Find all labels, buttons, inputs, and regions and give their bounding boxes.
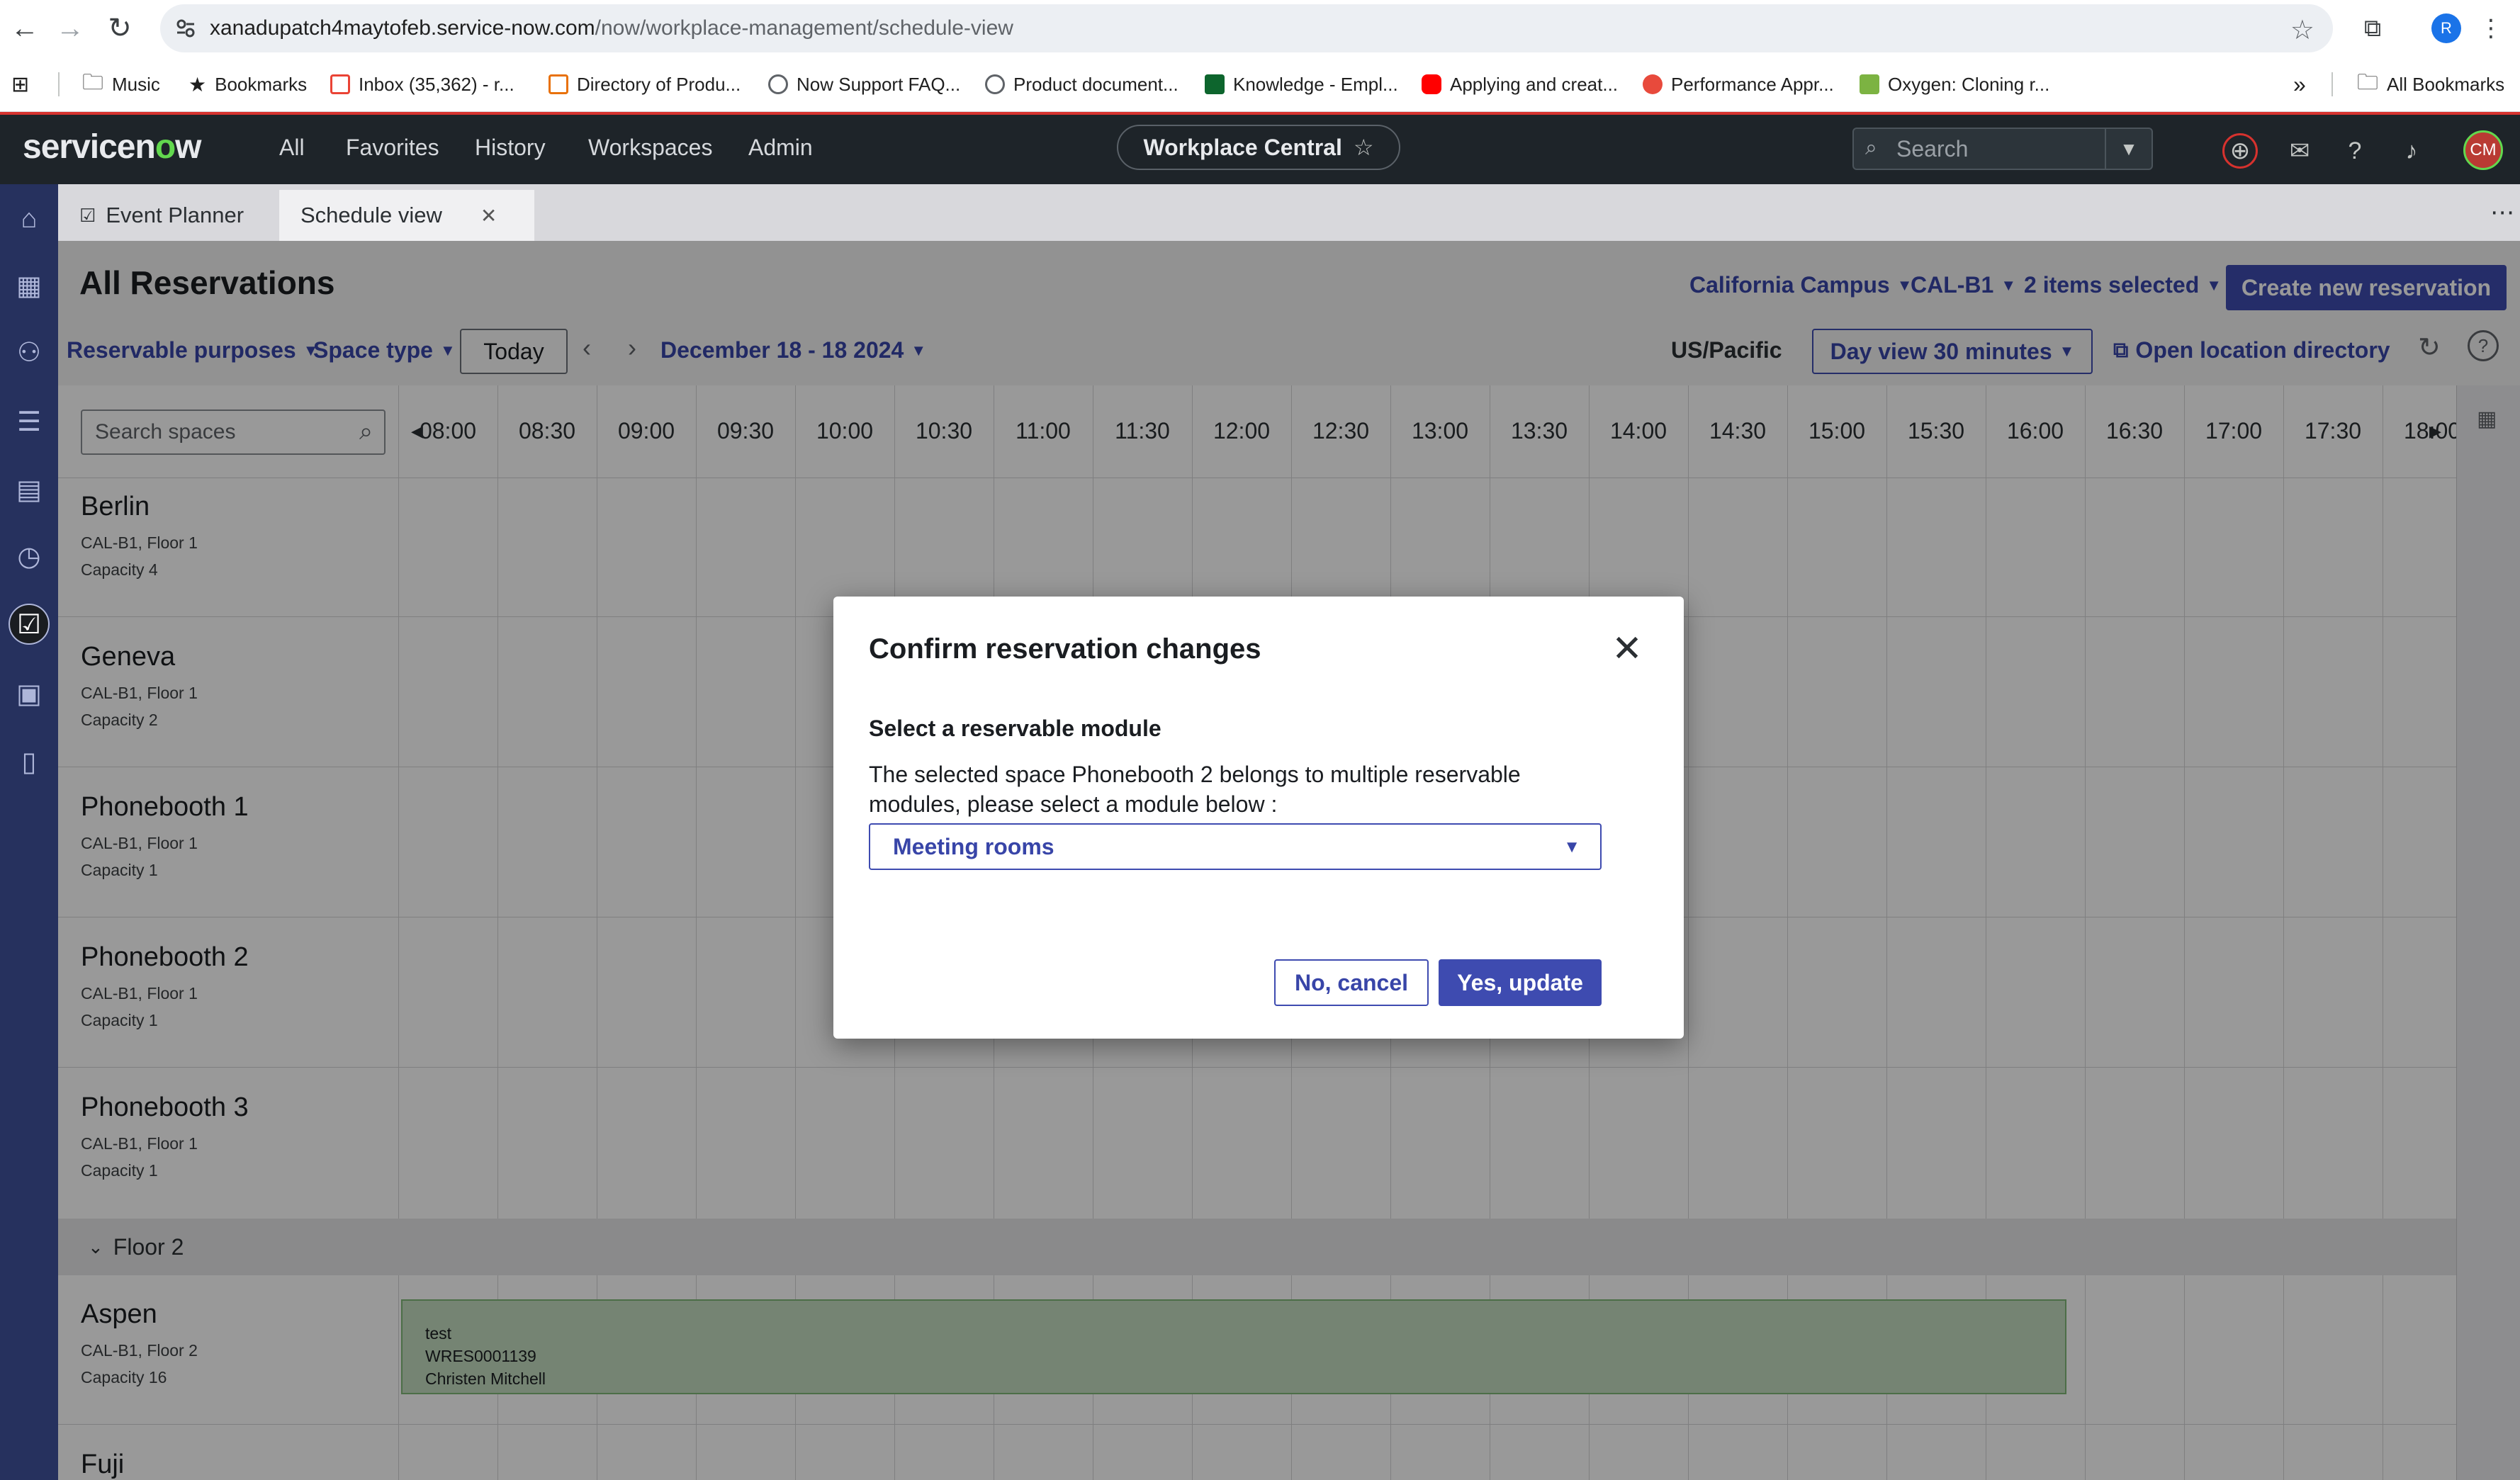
servicenow-logo[interactable]: servicenow [23,128,201,166]
bookmarks-bar: ⊞ 🗀 Music ★ Bookmarks Inbox (35,362) - r..… [0,57,2520,112]
search-icon: ⌕ [1865,136,1877,159]
performance-icon [1643,74,1663,94]
search-scope-chevron-icon[interactable]: ▼ [2105,129,2151,169]
list-icon[interactable]: ☰ [9,401,50,442]
bookmark-directory[interactable]: Directory of Produ... [549,57,741,112]
all-bookmarks[interactable]: 🗀 All Bookmarks [2357,57,2504,112]
extensions-icon[interactable]: ⧉ [2351,7,2394,50]
modal-description: The selected space Phonebooth 2 belongs … [869,762,1521,817]
event-planner-icon[interactable]: ☑ [9,604,50,645]
cancel-button[interactable]: No, cancel [1274,959,1429,1006]
back-icon[interactable]: ← [0,4,50,53]
left-rail: ⌂ ▦ ⚇ ☰ ▤ ◷ ☑ ▣ ▯ [0,184,58,1480]
star-icon: ★ [189,73,207,96]
dashboard-icon[interactable]: ▦ [9,265,50,306]
caret-down-icon: ▼ [1563,837,1580,857]
bookmark-knowledge[interactable]: Knowledge - Empl... [1205,57,1398,112]
knowledge-icon [1205,74,1225,94]
tab-strip: ☑ Event Planner Schedule view ✕ ⋯ [58,184,2520,241]
gmail-icon [330,74,350,94]
product-docs-icon [985,74,1005,94]
close-tab-icon[interactable]: ✕ [480,204,497,227]
favorite-star-icon[interactable]: ☆ [1354,134,1374,161]
apps-grid-icon[interactable]: ⊞ [11,57,29,112]
select-module-label: Select a reservable module [869,716,1161,741]
now-support-icon [768,74,788,94]
more-bookmarks-icon[interactable]: » [2293,57,2306,112]
user-avatar[interactable]: CM [2463,130,2503,170]
bookmark-performance[interactable]: Performance Appr... [1643,57,1834,112]
close-icon[interactable]: ✕ [1607,628,1647,670]
calendar-icon[interactable]: ▣ [9,673,50,714]
modal-title: Confirm reservation changes [869,633,1261,665]
bookmark-oxygen[interactable]: Oxygen: Cloning r... [1860,57,2049,112]
directory-icon [549,74,568,94]
bookmarks-divider-right [2331,72,2333,96]
forward-icon[interactable]: → [45,4,95,53]
bookmark-music[interactable]: 🗀 Music [82,57,160,112]
people-icon[interactable]: ⚇ [9,332,50,373]
reload-icon[interactable]: ↻ [95,4,145,53]
workspace-pill[interactable]: Workplace Central ☆ [1117,125,1400,170]
chat-icon[interactable]: ✉ [2282,133,2317,169]
profile-avatar[interactable]: R [2425,7,2468,50]
home-icon[interactable]: ⌂ [9,198,50,239]
browser-menu-icon[interactable]: ⋮ [2473,7,2509,50]
confirm-update-button[interactable]: Yes, update [1439,959,1602,1006]
folder-icon: 🗀 [2357,70,2378,94]
tab-schedule-view[interactable]: Schedule view ✕ [279,190,534,241]
globe-icon[interactable]: ⊕ [2222,133,2258,169]
app-header: servicenow All Favorites History Workspa… [0,112,2520,184]
nav-all[interactable]: All [279,135,305,161]
site-settings-icon[interactable] [174,17,197,40]
folder-icon: 🗀 [82,70,103,94]
bookmark-now-support[interactable]: Now Support FAQ... [768,57,960,112]
calendar-clock-icon[interactable]: ◷ [9,536,50,577]
url-path: /now/workplace-management/schedule-view [595,16,1013,40]
nav-workspaces[interactable]: Workspaces [588,135,712,161]
global-search-input[interactable]: ⌕ Search ▼ [1852,128,2153,170]
event-planner-tab-icon: ☑ [79,204,96,226]
oxygen-icon [1860,74,1879,94]
url-host: xanadupatch4maytofeb.service-now.com [210,16,595,40]
tab-event-planner[interactable]: ☑ Event Planner [65,190,258,241]
nav-admin[interactable]: Admin [748,135,813,161]
bookmarks-divider [58,72,60,96]
youtube-icon [1422,74,1441,94]
browser-toolbar: ← → ↻ xanadupatch4maytofeb.service-now.c… [0,0,2520,57]
address-bar[interactable]: xanadupatch4maytofeb.service-now.com/now… [160,4,2333,52]
bookmark-product-docs[interactable]: Product document... [985,57,1179,112]
nav-favorites[interactable]: Favorites [346,135,439,161]
clipboard-icon[interactable]: ▤ [9,469,50,510]
reservable-module-select[interactable]: Meeting rooms ▼ [869,823,1602,870]
bookmark-applying[interactable]: Applying and creat... [1422,57,1618,112]
confirm-reservation-modal: Confirm reservation changes ✕ Select a r… [833,597,1684,1039]
tablet-icon[interactable]: ▯ [9,741,50,782]
nav-history[interactable]: History [475,135,546,161]
help-icon[interactable]: ? [2337,133,2373,169]
bookmark-inbox[interactable]: Inbox (35,362) - r... [330,57,514,112]
notification-bell-icon[interactable]: ♪ [2394,133,2429,169]
bookmark-bookmarks[interactable]: ★ Bookmarks [189,57,307,112]
bookmark-star-icon[interactable]: ☆ [2290,14,2314,46]
more-tabs-icon[interactable]: ⋯ [2490,198,2514,227]
